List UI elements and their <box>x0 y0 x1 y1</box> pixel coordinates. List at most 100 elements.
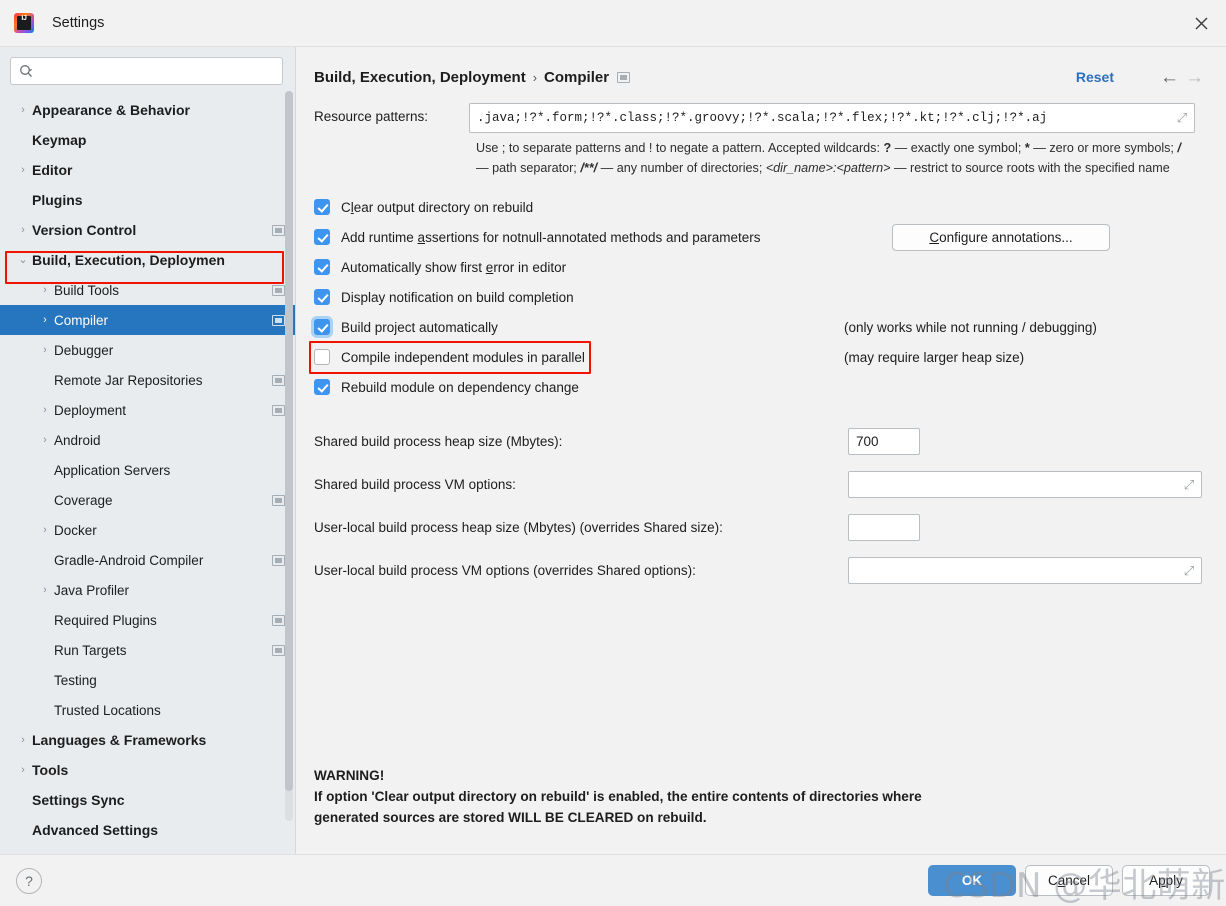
expand-editor-icon[interactable]: ⤢ <box>1174 110 1190 126</box>
breadcrumb-separator: › <box>532 69 538 85</box>
checkbox-display-notification-on-build-completion[interactable] <box>314 289 330 306</box>
configure-annotations-mnemonic: C <box>929 230 940 246</box>
checkbox-label: Clear output directory on rebuild <box>341 200 533 215</box>
sidebar-item-required-plugins[interactable]: Required Plugins <box>0 605 295 635</box>
chevron-right-icon[interactable]: › <box>36 314 54 326</box>
sidebar-item-debugger[interactable]: › Debugger <box>0 335 295 365</box>
chevron-down-icon[interactable]: ⌄ <box>14 254 32 266</box>
breadcrumb-root[interactable]: Build, Execution, Deployment <box>314 69 526 86</box>
field-input-user-local-build-process-vm-options-overrides-[interactable]: ⤢ <box>848 557 1202 585</box>
chevron-right-icon[interactable]: › <box>36 434 54 446</box>
checkbox-row-clear-output-directory-on-rebuild[interactable]: Clear output directory on rebuild <box>314 192 1204 222</box>
checkbox-build-project-automatically[interactable] <box>314 319 330 336</box>
back-arrow-icon[interactable]: ← <box>1160 68 1179 87</box>
sidebar-item-remote-jar-repositories[interactable]: Remote Jar Repositories <box>0 365 295 395</box>
field-label: Shared build process heap size (Mbytes): <box>314 434 563 450</box>
project-scope-icon <box>272 614 285 626</box>
sidebar-item-label: Docker <box>54 522 97 538</box>
field-input-user-local-build-process-heap-size-mbytes-over[interactable] <box>848 514 920 542</box>
settings-sidebar: › Appearance & Behavior Keymap › Editor Plugi… <box>0 47 296 854</box>
sidebar-item-settings-sync[interactable]: Settings Sync <box>0 785 295 815</box>
sidebar-item-run-targets[interactable]: Run Targets <box>0 635 295 665</box>
cancel-label-post: ncel <box>1065 873 1091 888</box>
checkbox-add-runtime-assertions-for-notnull-annotated[interactable] <box>314 229 330 246</box>
checkbox-row-automatically-show-first-error-in-editor[interactable]: Automatically show first error in editor <box>314 252 1204 282</box>
chevron-right-icon[interactable]: › <box>14 734 32 746</box>
forward-arrow-icon[interactable]: → <box>1185 68 1204 87</box>
sidebar-item-languages-frameworks[interactable]: › Languages & Frameworks <box>0 725 295 755</box>
checkbox-row-build-project-automatically[interactable]: Build project automatically (only works w… <box>314 312 1204 342</box>
chevron-right-icon[interactable]: › <box>36 404 54 416</box>
sidebar-item-keymap[interactable]: Keymap <box>0 125 295 155</box>
configure-annotations-button[interactable]: Configure annotations... <box>892 224 1110 252</box>
sidebar-item-gradle-android-compiler[interactable]: Gradle-Android Compiler <box>0 545 295 575</box>
warning-line-3: generated sources are stored WILL BE CLE… <box>314 810 707 826</box>
field-value: 700 <box>856 434 879 450</box>
sidebar-item-build-execution-deploymen[interactable]: ⌄ Build, Execution, Deploymen <box>0 245 295 275</box>
checkbox-label-text: C <box>341 199 351 215</box>
sidebar-scrollbar-thumb[interactable] <box>285 91 293 791</box>
help-text-b: — exactly one symbol; <box>891 141 1025 155</box>
sidebar-item-docker[interactable]: › Docker <box>0 515 295 545</box>
chevron-right-icon[interactable]: › <box>14 104 32 116</box>
sidebar-item-android[interactable]: › Android <box>0 425 295 455</box>
chevron-right-icon[interactable]: › <box>36 584 54 596</box>
close-icon[interactable] <box>1186 8 1216 38</box>
sidebar-item-coverage[interactable]: Coverage <box>0 485 295 515</box>
sidebar-item-testing[interactable]: Testing <box>0 665 295 695</box>
checkbox-row-compile-independent-modules-in-parallel[interactable]: Compile independent modules in parallel (… <box>314 342 1204 372</box>
chevron-right-icon[interactable]: › <box>14 764 32 776</box>
apply-button[interactable]: Ap ply <box>1122 865 1210 896</box>
sidebar-item-label: Keymap <box>32 132 87 148</box>
project-scope-icon <box>272 494 285 506</box>
sidebar-item-appearance-behavior[interactable]: › Appearance & Behavior <box>0 95 295 125</box>
chevron-right-icon[interactable]: › <box>14 224 32 236</box>
sidebar-item-tools[interactable]: › Tools <box>0 755 295 785</box>
breadcrumb-bar: Build, Execution, Deployment › Compiler … <box>296 47 1226 89</box>
resource-patterns-input[interactable]: .java;!?*.form;!?*.class;!?*.groovy;!?*.… <box>469 103 1195 133</box>
resource-patterns-row: Resource patterns: .java;!?*.form;!?*.cl… <box>314 103 1204 133</box>
ok-button[interactable]: OK <box>928 865 1016 896</box>
sidebar-item-advanced-settings[interactable]: Advanced Settings <box>0 815 295 845</box>
checkbox-compile-independent-modules-in-parallel[interactable] <box>314 349 330 366</box>
sidebar-item-version-control[interactable]: › Version Control <box>0 215 295 245</box>
checkbox-clear-output-directory-on-rebuild[interactable] <box>314 199 330 216</box>
sidebar-item-label: Required Plugins <box>54 612 157 628</box>
sidebar-scrollbar-track[interactable] <box>285 91 293 821</box>
sidebar-item-plugins[interactable]: Plugins <box>0 185 295 215</box>
cancel-button[interactable]: Ca ncel <box>1025 865 1113 896</box>
checkbox-label-text-post: ear output directory on rebuild <box>353 199 534 215</box>
sidebar-item-application-servers[interactable]: Application Servers <box>0 455 295 485</box>
sidebar-item-trusted-locations[interactable]: Trusted Locations <box>0 695 295 725</box>
checkbox-row-add-runtime-assertions-for-notnull-annotated[interactable]: Add runtime assertions for notnull-annot… <box>314 222 1204 252</box>
project-scope-icon <box>272 644 285 656</box>
sidebar-item-java-profiler[interactable]: › Java Profiler <box>0 575 295 605</box>
field-input-shared-build-process-heap-size-mbytes[interactable]: 700 <box>848 428 920 456</box>
field-row-user-local-build-process-heap-size-mbytes-over: User-local build process heap size (Mbyt… <box>314 506 1204 549</box>
help-text-d: — path separator; <box>476 160 581 175</box>
chevron-right-icon[interactable]: › <box>14 164 32 176</box>
checkbox-rebuild-module-on-dependency-change[interactable] <box>314 379 330 396</box>
field-input-shared-build-process-vm-options[interactable]: ⤢ <box>848 471 1202 499</box>
checkbox-automatically-show-first-error-in-editor[interactable] <box>314 259 330 276</box>
sidebar-item-editor[interactable]: › Editor <box>0 155 295 185</box>
sidebar-item-label: Run Targets <box>54 642 127 658</box>
chevron-right-icon[interactable]: › <box>36 284 54 296</box>
chevron-right-icon[interactable]: › <box>36 524 54 536</box>
expand-editor-icon[interactable]: ⤢ <box>1181 563 1197 579</box>
sidebar-item-build-tools[interactable]: › Build Tools <box>0 275 295 305</box>
chevron-right-icon[interactable]: › <box>36 344 54 356</box>
search-box[interactable] <box>10 57 283 85</box>
reset-link[interactable]: Reset <box>1076 69 1114 85</box>
checkbox-label: Automatically show first error in editor <box>341 260 566 275</box>
sidebar-item-compiler[interactable]: › Compiler <box>0 305 295 335</box>
search-input[interactable] <box>33 62 274 80</box>
expand-editor-icon[interactable]: ⤢ <box>1181 477 1197 493</box>
sidebar-item-label: Coverage <box>54 492 113 508</box>
help-button[interactable]: ? <box>16 867 42 894</box>
checkbox-row-rebuild-module-on-dependency-change[interactable]: Rebuild module on dependency change <box>314 372 1204 402</box>
sidebar-item-label: Appearance & Behavior <box>32 102 190 118</box>
sidebar-item-label: Advanced Settings <box>32 822 159 838</box>
checkbox-row-display-notification-on-build-completion[interactable]: Display notification on build completion <box>314 282 1204 312</box>
sidebar-item-deployment[interactable]: › Deployment <box>0 395 295 425</box>
